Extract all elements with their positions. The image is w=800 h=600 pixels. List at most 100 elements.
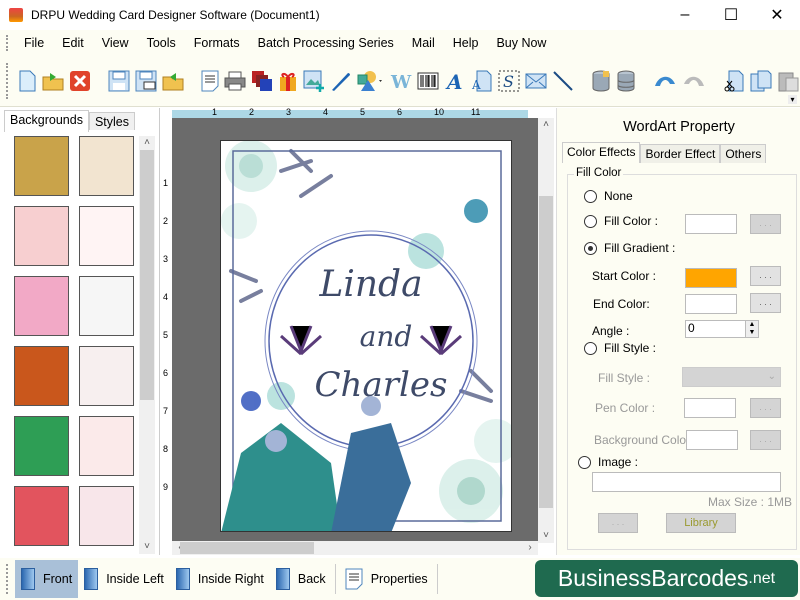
scroll-up-arrow[interactable]: ˄ — [538, 118, 554, 132]
close-button[interactable]: ✕ — [754, 0, 800, 30]
cut-icon[interactable] — [723, 69, 745, 93]
page-properties-icon[interactable] — [201, 69, 219, 93]
envelope-icon[interactable] — [525, 69, 547, 93]
backgrounds-scrollbar[interactable]: ˄ ˅ — [139, 136, 155, 554]
fill-color-browse-button[interactable]: . . . — [750, 214, 781, 234]
background-color-swatch[interactable] — [686, 430, 738, 450]
radio-button[interactable] — [584, 214, 597, 228]
card-name-1[interactable]: Linda — [318, 264, 422, 305]
background-thumbnail-ganesha-leaf[interactable] — [14, 416, 69, 476]
new-document-icon[interactable] — [17, 69, 37, 93]
card-name-2[interactable]: Charles — [315, 365, 448, 405]
background-thumbnail-ganesha-orange[interactable] — [14, 346, 69, 406]
properties-button[interactable]: Properties — [339, 560, 434, 598]
fill-style-dropdown[interactable]: ⌄ — [682, 367, 781, 387]
page-back-button[interactable]: Back — [270, 560, 332, 598]
page-inside-left-button[interactable]: Inside Left — [78, 560, 170, 598]
wedding-card[interactable]: Linda and Charles — [220, 140, 512, 532]
radio-none[interactable]: None — [584, 189, 633, 203]
menu-tools[interactable]: Tools — [138, 36, 185, 50]
tab-styles[interactable]: Styles — [88, 112, 136, 130]
background-thumbnail-pink-hearts[interactable] — [14, 276, 69, 336]
radio-button[interactable] — [584, 241, 597, 255]
shapes-icon[interactable] — [357, 69, 385, 93]
background-thumbnail-rose-petals[interactable] — [79, 416, 134, 476]
radio-button[interactable] — [584, 189, 597, 203]
text-box-icon[interactable]: A — [471, 69, 493, 93]
background-thumbnail-pink-flowers[interactable] — [14, 206, 69, 266]
line-icon[interactable] — [552, 69, 574, 93]
tab-color-effects[interactable]: Color Effects — [562, 142, 641, 163]
page-inside-right-button[interactable]: Inside Right — [170, 560, 270, 598]
radio-fill-style[interactable]: Fill Style : — [584, 341, 656, 355]
menu-formats[interactable]: Formats — [185, 36, 249, 50]
canvas-horizontal-scrollbar[interactable]: ‹ › — [172, 541, 538, 555]
database-icon[interactable] — [616, 69, 636, 93]
scroll-down-arrow[interactable]: ˅ — [538, 529, 554, 543]
radio-fill-color[interactable]: Fill Color : — [584, 214, 658, 228]
menu-help[interactable]: Help — [444, 36, 488, 50]
open-folder-icon[interactable] — [42, 69, 64, 93]
canvas-vertical-scrollbar[interactable]: ˄ ˅ — [538, 118, 554, 543]
minimize-button[interactable]: – — [662, 0, 708, 30]
radio-button[interactable] — [584, 341, 597, 355]
background-thumbnail-butterfly-vintage[interactable] — [14, 136, 69, 196]
page-front-button[interactable]: Front — [15, 560, 79, 598]
wordart-icon[interactable]: W — [390, 69, 412, 93]
text-icon[interactable]: A — [444, 69, 466, 93]
signature-icon[interactable]: S — [498, 69, 520, 93]
menu-mail[interactable]: Mail — [403, 36, 444, 50]
fill-color-swatch[interactable] — [685, 214, 737, 234]
tab-others[interactable]: Others — [720, 144, 767, 163]
scroll-down-arrow[interactable]: ˅ — [139, 540, 155, 554]
print-icon[interactable] — [224, 69, 246, 93]
export-folder-icon[interactable] — [162, 69, 184, 93]
start-color-swatch[interactable] — [685, 268, 737, 288]
add-image-icon[interactable] — [303, 69, 325, 93]
copy-icon[interactable] — [750, 69, 772, 93]
menu-batch-processing[interactable]: Batch Processing Series — [249, 36, 403, 50]
pen-color-browse-button[interactable]: . . . — [750, 398, 781, 418]
background-thumbnail-paisley-lace[interactable] — [79, 136, 134, 196]
card-and[interactable]: and — [360, 320, 413, 353]
end-color-browse-button[interactable]: . . . — [750, 293, 781, 313]
angle-spinner[interactable]: ▲ ▼ — [745, 321, 758, 337]
menu-buy-now[interactable]: Buy Now — [487, 36, 555, 50]
color-layers-icon[interactable] — [251, 69, 273, 93]
background-thumbnail-heart-collage[interactable] — [14, 486, 69, 546]
menu-view[interactable]: View — [93, 36, 138, 50]
database-import-icon[interactable] — [591, 69, 611, 93]
end-color-swatch[interactable] — [685, 294, 737, 314]
background-color-browse-button[interactable]: . . . — [750, 430, 781, 450]
background-thumbnail-red-hearts-outline[interactable] — [79, 206, 134, 266]
pen-color-swatch[interactable] — [684, 398, 736, 418]
start-color-browse-button[interactable]: . . . — [750, 266, 781, 286]
menu-edit[interactable]: Edit — [53, 36, 93, 50]
tab-border-effect[interactable]: Border Effect — [640, 144, 721, 163]
maximize-button[interactable]: ☐ — [708, 0, 754, 30]
scroll-up-arrow[interactable]: ˄ — [139, 136, 155, 150]
save-as-icon[interactable] — [135, 69, 157, 93]
toolbar-overflow-icon[interactable]: ▾ — [788, 95, 797, 104]
background-thumbnail-couples-pattern[interactable] — [79, 276, 134, 336]
radio-button[interactable] — [578, 455, 591, 469]
scroll-thumb[interactable] — [180, 542, 314, 554]
undo-icon[interactable] — [653, 69, 677, 93]
library-button[interactable]: Library — [666, 513, 736, 533]
background-thumbnail-elephant-head[interactable] — [79, 346, 134, 406]
save-icon[interactable] — [108, 69, 130, 93]
close-document-icon[interactable] — [69, 69, 91, 93]
image-browse-button[interactable]: . . . — [598, 513, 638, 533]
barcode-icon[interactable] — [417, 69, 439, 93]
redo-icon[interactable] — [682, 69, 706, 93]
pen-icon[interactable] — [330, 69, 352, 93]
radio-fill-gradient[interactable]: Fill Gradient : — [584, 241, 675, 255]
menu-file[interactable]: File — [15, 36, 53, 50]
image-path-input[interactable] — [592, 472, 781, 492]
tab-backgrounds[interactable]: Backgrounds — [4, 110, 89, 132]
scroll-thumb[interactable] — [539, 196, 553, 508]
gift-icon[interactable] — [278, 69, 298, 93]
background-thumbnail-pink-lace[interactable] — [79, 486, 134, 546]
scroll-thumb[interactable] — [140, 150, 154, 400]
radio-image[interactable]: Image : — [578, 455, 638, 469]
